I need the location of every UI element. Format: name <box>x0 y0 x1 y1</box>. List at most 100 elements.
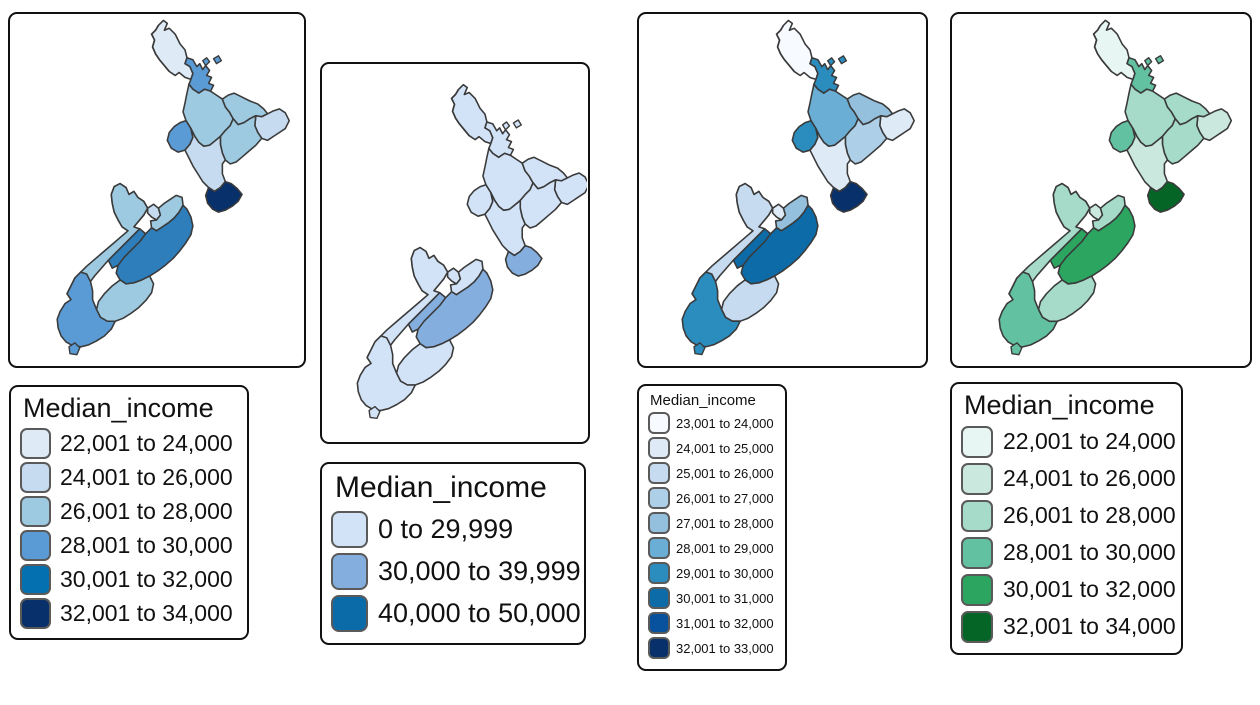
legend-row: 24,001 to 26,000 <box>20 460 238 494</box>
map-island <box>1154 55 1165 65</box>
legend-title-2: Median_income <box>335 471 547 504</box>
legend-label: 27,001 to 28,000 <box>676 515 774 531</box>
map-region <box>95 275 155 323</box>
legend-swatch <box>331 511 368 548</box>
legend-label: 24,001 to 25,000 <box>676 440 774 456</box>
map-panel-2 <box>320 62 590 444</box>
map-region <box>1092 19 1136 81</box>
legend-row: 26,001 to 27,000 <box>648 486 776 511</box>
legend-panel-2: Median_income 0 to 29,999 30,000 to 39,99… <box>320 462 586 645</box>
map-island <box>837 55 848 65</box>
legend-label: 28,001 to 30,000 <box>60 531 233 558</box>
legend-label: 31,001 to 32,000 <box>676 615 774 631</box>
legend-swatch <box>648 462 670 485</box>
legend-label: 29,001 to 30,000 <box>676 565 774 581</box>
legend-label: 28,001 to 29,000 <box>676 540 774 556</box>
legend-label: 24,001 to 26,000 <box>1003 465 1176 492</box>
legend-row: 22,001 to 24,000 <box>20 426 238 460</box>
legend-rows-1: 22,001 to 24,000 24,001 to 26,000 26,001 t… <box>20 426 238 630</box>
nz-map-svg-3 <box>681 19 915 356</box>
legend-label: 22,001 to 24,000 <box>1003 428 1176 455</box>
map-island <box>512 119 522 129</box>
legend-label: 26,001 to 28,000 <box>1003 502 1176 529</box>
legend-label: 32,001 to 33,000 <box>676 640 774 656</box>
map-regions-group <box>998 19 1233 356</box>
legend-swatch <box>961 499 993 532</box>
legend-label: 26,001 to 28,000 <box>60 497 233 524</box>
map-panel-3 <box>637 12 928 368</box>
legend-swatch <box>648 562 670 585</box>
legend-rows-2: 0 to 29,999 30,000 to 39,999 40,000 to 50,… <box>331 509 581 635</box>
legend-row: 26,001 to 28,000 <box>961 497 1176 534</box>
legend-title-4: Median_income <box>964 390 1155 420</box>
legend-panel-1: Median_income 22,001 to 24,000 24,001 to … <box>9 385 249 641</box>
legend-label: 32,001 to 34,000 <box>60 599 233 626</box>
legend-swatch <box>961 425 993 458</box>
legend-title-3: Median_income <box>650 392 756 409</box>
legend-label: 0 to 29,999 <box>378 514 514 544</box>
legend-swatch <box>20 495 51 527</box>
legend-row: 28,001 to 29,000 <box>648 536 776 561</box>
legend-swatch <box>20 427 51 459</box>
legend-row: 30,000 to 39,999 <box>331 551 581 593</box>
legend-swatch <box>20 461 51 493</box>
legend-swatch <box>961 462 993 495</box>
legend-row: 30,001 to 32,000 <box>961 571 1176 608</box>
legend-swatch <box>331 595 368 632</box>
legend-swatch <box>648 437 670 460</box>
legend-row: 32,001 to 34,000 <box>961 608 1176 645</box>
map-region <box>150 19 194 81</box>
legend-row: 28,001 to 30,000 <box>20 528 238 562</box>
legend-swatch <box>961 536 993 569</box>
legend-swatch <box>961 610 993 643</box>
legend-swatch <box>20 529 51 561</box>
map-region <box>1037 275 1097 323</box>
map-regions-group <box>56 19 291 356</box>
legend-row: 29,001 to 30,000 <box>648 561 776 586</box>
legend-swatch <box>331 553 368 590</box>
legend-row: 25,001 to 26,000 <box>648 461 776 486</box>
legend-row: 27,001 to 28,000 <box>648 511 776 536</box>
map-panel-1 <box>8 12 306 368</box>
legend-row: 30,001 to 32,000 <box>20 562 238 596</box>
map-regions-group <box>681 19 915 356</box>
legend-label: 22,001 to 24,000 <box>60 429 233 456</box>
legend-row: 32,001 to 33,000 <box>648 636 776 661</box>
legend-row: 0 to 29,999 <box>331 509 575 551</box>
legend-swatch <box>20 597 51 629</box>
legend-label: 25,001 to 26,000 <box>676 465 774 481</box>
map-region <box>720 275 780 322</box>
nz-map-svg-1 <box>56 19 291 356</box>
legend-rows-3: 23,001 to 24,000 24,001 to 25,000 25,001 t… <box>648 411 776 661</box>
legend-label: 32,001 to 34,000 <box>1003 613 1176 640</box>
legend-row: 23,001 to 24,000 <box>648 411 776 436</box>
map-regions-group <box>356 83 587 420</box>
legend-swatch <box>648 512 670 535</box>
map-island <box>202 57 211 67</box>
legend-row: 30,001 to 31,000 <box>648 586 776 611</box>
legend-swatch <box>648 587 670 610</box>
legend-label: 30,001 to 32,000 <box>1003 576 1176 603</box>
legend-row: 32,001 to 34,000 <box>20 596 238 630</box>
legend-panel-4: Median_income 22,001 to 24,000 24,001 to … <box>950 382 1183 656</box>
map-region <box>775 19 819 81</box>
map-island <box>212 55 223 65</box>
map-panel-4 <box>950 12 1252 368</box>
legend-label: 30,001 to 32,000 <box>60 565 233 592</box>
legend-swatch <box>648 412 670 435</box>
nz-map-svg-2 <box>356 83 587 420</box>
legend-row: 22,001 to 24,000 <box>961 423 1176 460</box>
legend-row: 24,001 to 25,000 <box>648 436 776 461</box>
legend-label: 23,001 to 24,000 <box>676 415 774 431</box>
legend-rows-4: 22,001 to 24,000 24,001 to 26,000 26,001 t… <box>961 423 1176 645</box>
nz-map-svg-4 <box>998 19 1233 356</box>
map-region <box>450 83 494 145</box>
map-island <box>1144 57 1153 67</box>
legend-swatch <box>648 612 670 635</box>
legend-swatch <box>961 573 993 606</box>
legend-title-1: Median_income <box>23 393 214 423</box>
legend-label: 26,001 to 27,000 <box>676 490 774 506</box>
map-region <box>395 339 455 386</box>
legend-row: 24,001 to 26,000 <box>961 460 1176 497</box>
legend-row: 26,001 to 28,000 <box>20 494 238 528</box>
